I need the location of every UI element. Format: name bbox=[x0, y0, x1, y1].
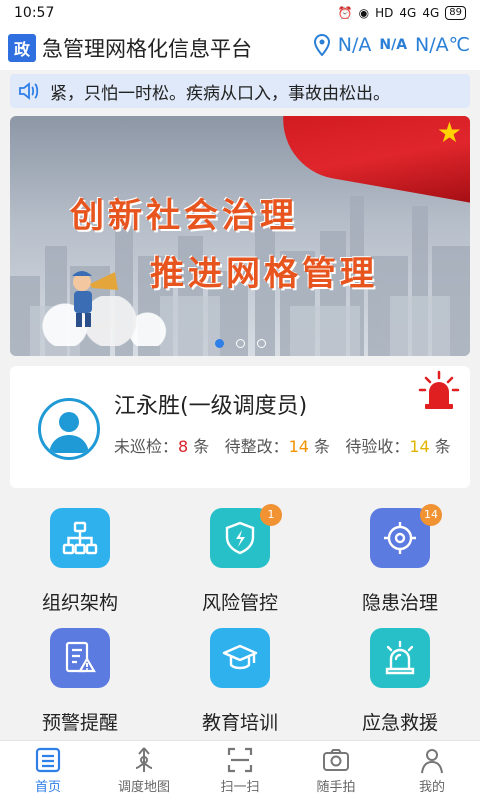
user-card[interactable]: 江永胜(一级调度员) 未巡检：8 条 待整改：14 条 待验收：14 条 bbox=[10, 366, 470, 488]
banner-slogan-2: 推进网格管理 bbox=[150, 254, 378, 294]
grid-item-education[interactable]: 教育培训 bbox=[160, 620, 320, 740]
grid-item-label: 预警提醒 bbox=[41, 712, 118, 734]
stat-uninspected-label: 未巡检： bbox=[114, 437, 179, 456]
shield-tile[interactable]: 1 bbox=[210, 504, 282, 568]
user-stats: 未巡检：8 条 待整改：14 条 待验收：14 条 bbox=[114, 436, 454, 458]
status-icons: ⏰ ◉ HD 4G 4G 89 bbox=[338, 6, 466, 20]
user-name: 江永胜(一级调度员) bbox=[114, 394, 308, 419]
location-pin-icon bbox=[313, 34, 330, 56]
grid-item-label: 隐患治理 bbox=[361, 592, 438, 614]
siren-icon bbox=[385, 640, 415, 675]
shield-bolt-icon bbox=[225, 521, 255, 555]
nav-profile[interactable]: 我的 bbox=[384, 741, 480, 800]
grid-item-label: 教育培训 bbox=[201, 712, 278, 734]
banner-slogan-1: 创新社会治理 bbox=[70, 196, 298, 236]
bottom-nav: 首页 调度地图 扫一扫 随手拍 我的 bbox=[0, 740, 480, 800]
grid-item-org[interactable]: 组织架构 bbox=[0, 500, 160, 620]
home-list-icon bbox=[35, 747, 61, 773]
nav-snapshot[interactable]: 随手拍 bbox=[288, 741, 384, 800]
grid-item-rescue[interactable]: 应急救援 bbox=[320, 620, 480, 740]
weather-widget[interactable]: N/A N/A N/A℃ bbox=[313, 34, 470, 56]
nav-scan[interactable]: 扫一扫 bbox=[192, 741, 288, 800]
app-title: 急管理网格化信息平台 bbox=[42, 37, 252, 61]
grid-item-hazard[interactable]: 14 隐患治理 bbox=[320, 500, 480, 620]
target-icon bbox=[384, 522, 416, 554]
location-icon: ◉ bbox=[358, 6, 370, 20]
nav-dispatch-map[interactable]: 调度地图 bbox=[96, 741, 192, 800]
star-icon: ★ bbox=[436, 116, 462, 149]
carousel-dot[interactable] bbox=[235, 339, 245, 348]
carousel-dots bbox=[10, 339, 470, 348]
grid-item-label: 应急救援 bbox=[361, 712, 438, 734]
location-value: N/A bbox=[337, 34, 372, 56]
org-chart-tile[interactable] bbox=[50, 508, 110, 568]
app-header: 政 急管理网格化信息平台 N/A N/A N/A℃ bbox=[0, 26, 480, 70]
stat-pending-check-unit: 条 bbox=[434, 437, 451, 456]
nav-label: 调度地图 bbox=[117, 780, 170, 795]
signal-1-label: 4G bbox=[399, 6, 417, 20]
target-tile[interactable]: 14 bbox=[370, 504, 442, 568]
nav-label: 首页 bbox=[34, 780, 61, 795]
map-pin-icon bbox=[135, 747, 153, 772]
user-avatar-icon bbox=[49, 412, 89, 453]
network-label: HD bbox=[375, 6, 394, 20]
warning-doc-icon bbox=[65, 641, 96, 673]
warning-tile[interactable] bbox=[50, 628, 110, 688]
weather-value: N/A bbox=[379, 37, 408, 53]
nav-label: 我的 bbox=[418, 780, 445, 795]
scan-icon bbox=[227, 747, 253, 773]
banner-carousel[interactable]: ★ 创新社会治理 推进网格管理 bbox=[10, 116, 470, 356]
gov-badge: 政 bbox=[8, 34, 36, 62]
stat-uninspected-value: 8 bbox=[178, 437, 189, 456]
notification-badge: 1 bbox=[260, 504, 282, 526]
notice-text: 紧，只怕一时松。疾病从口入，事故由松出。 bbox=[50, 83, 390, 104]
grid-item-label: 风险管控 bbox=[201, 592, 278, 614]
notification-badge: 14 bbox=[420, 504, 442, 526]
alarm-siren-icon[interactable] bbox=[418, 370, 460, 410]
grid-item-risk[interactable]: 1 风险管控 bbox=[160, 500, 320, 620]
avatar[interactable] bbox=[38, 398, 100, 460]
stat-pending-fix-label: 待整改： bbox=[224, 437, 289, 456]
stat-pending-check-value: 14 bbox=[409, 437, 430, 456]
battery-level: 89 bbox=[445, 6, 466, 20]
signal-2-label: 4G bbox=[422, 6, 440, 20]
grid-item-label: 组织架构 bbox=[41, 592, 118, 614]
stat-pending-fix-unit: 条 bbox=[314, 437, 331, 456]
carousel-dot[interactable] bbox=[256, 339, 266, 348]
temperature-value: N/A℃ bbox=[415, 34, 470, 56]
stat-pending-check-label: 待验收： bbox=[345, 437, 410, 456]
education-tile[interactable] bbox=[210, 628, 270, 688]
speaker-icon bbox=[19, 82, 39, 100]
status-time: 10:57 bbox=[14, 5, 55, 21]
grid-item-warning[interactable]: 预警提醒 bbox=[0, 620, 160, 740]
nav-home[interactable]: 首页 bbox=[0, 741, 96, 800]
nav-label: 随手拍 bbox=[316, 780, 356, 795]
status-bar: 10:57 ⏰ ◉ HD 4G 4G 89 bbox=[0, 0, 480, 26]
carousel-dot[interactable] bbox=[214, 339, 224, 348]
stat-pending-fix-value: 14 bbox=[288, 437, 309, 456]
notice-bar[interactable]: 紧，只怕一时松。疾病从口入，事故由松出。 bbox=[10, 74, 470, 108]
camera-icon bbox=[323, 749, 349, 771]
rescue-tile[interactable] bbox=[370, 628, 430, 688]
stat-uninspected-unit: 条 bbox=[193, 437, 210, 456]
graduation-cap-icon bbox=[222, 644, 258, 670]
alarm-clock-icon: ⏰ bbox=[337, 6, 353, 20]
function-grid: 组织架构 1 风险管控 14 隐患治理 预警提醒 教育培训 应急救援 bbox=[0, 500, 480, 740]
org-chart-icon bbox=[62, 521, 98, 555]
nav-label: 扫一扫 bbox=[220, 780, 260, 795]
trumpeter-figure-image bbox=[72, 271, 118, 327]
user-icon bbox=[421, 749, 443, 774]
